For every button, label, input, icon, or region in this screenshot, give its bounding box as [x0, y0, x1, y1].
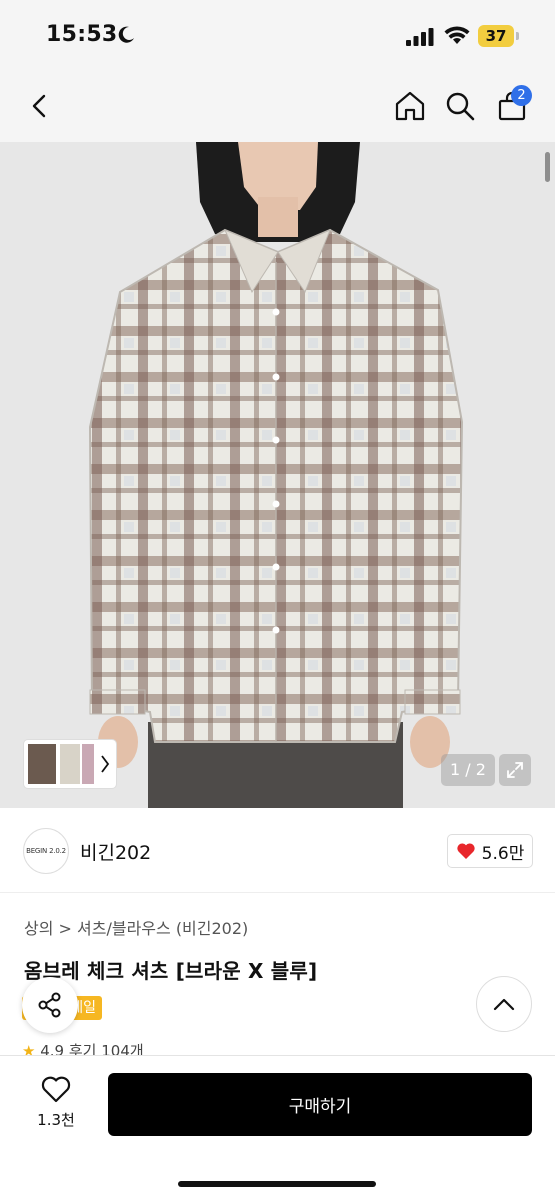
brand-logo[interactable]: BEGIN 2.0.2 [23, 828, 69, 874]
rating-summary[interactable]: ★ 4.9 후기 104개 [22, 1040, 144, 1056]
status-time: 15:53 [46, 22, 118, 47]
chevron-up-icon [493, 998, 515, 1011]
scroll-top-button[interactable] [476, 976, 532, 1032]
brand-name[interactable]: 비긴202 [80, 838, 151, 865]
image-counter: 1 / 2 [441, 754, 495, 786]
thumbnail-strip[interactable] [24, 740, 116, 788]
brand-row[interactable]: BEGIN 2.0.2 비긴202 5.6만 [0, 808, 555, 893]
share-icon [38, 992, 61, 1018]
scroll-indicator[interactable] [545, 152, 550, 182]
signal-icon [406, 28, 434, 46]
share-button[interactable] [22, 977, 78, 1033]
expand-button[interactable] [499, 754, 531, 786]
brand-like-button[interactable]: 5.6만 [447, 834, 533, 868]
search-button[interactable] [440, 86, 480, 126]
battery-level: 37 [478, 25, 514, 47]
search-icon [446, 92, 475, 121]
expand-icon [507, 762, 523, 778]
home-button[interactable] [390, 86, 430, 126]
product-title: 옴브레 체크 셔츠 [브라운 X 블루] [24, 959, 318, 983]
status-bar: 15:53 37 [0, 0, 555, 72]
home-icon [395, 91, 425, 121]
heart-icon [457, 843, 475, 859]
rating-text: 4.9 후기 104개 [40, 1042, 144, 1056]
thumbnail-images [28, 744, 110, 784]
bottom-action-bar: 1.3천 구매하기 [0, 1055, 555, 1201]
star-icon: ★ [22, 1042, 36, 1056]
wishlist-button[interactable]: 1.3천 [30, 1076, 82, 1130]
product-photo [0, 142, 555, 808]
buy-button[interactable]: 구매하기 [108, 1073, 532, 1136]
product-image[interactable] [0, 142, 555, 808]
wifi-icon [444, 26, 470, 44]
battery-cap [516, 32, 519, 40]
back-button[interactable] [20, 86, 60, 126]
cart-count-badge: 2 [511, 85, 532, 106]
top-nav [0, 72, 555, 142]
breadcrumb[interactable]: 상의 > 셔츠/블라우스 (비긴202) [24, 915, 248, 939]
brand-like-count: 5.6만 [481, 843, 525, 864]
home-indicator [178, 1181, 376, 1187]
heart-outline-icon [41, 1076, 71, 1103]
back-arrow-icon [32, 94, 46, 118]
moon-icon [118, 26, 134, 43]
wishlist-count: 1.3천 [37, 1111, 75, 1129]
